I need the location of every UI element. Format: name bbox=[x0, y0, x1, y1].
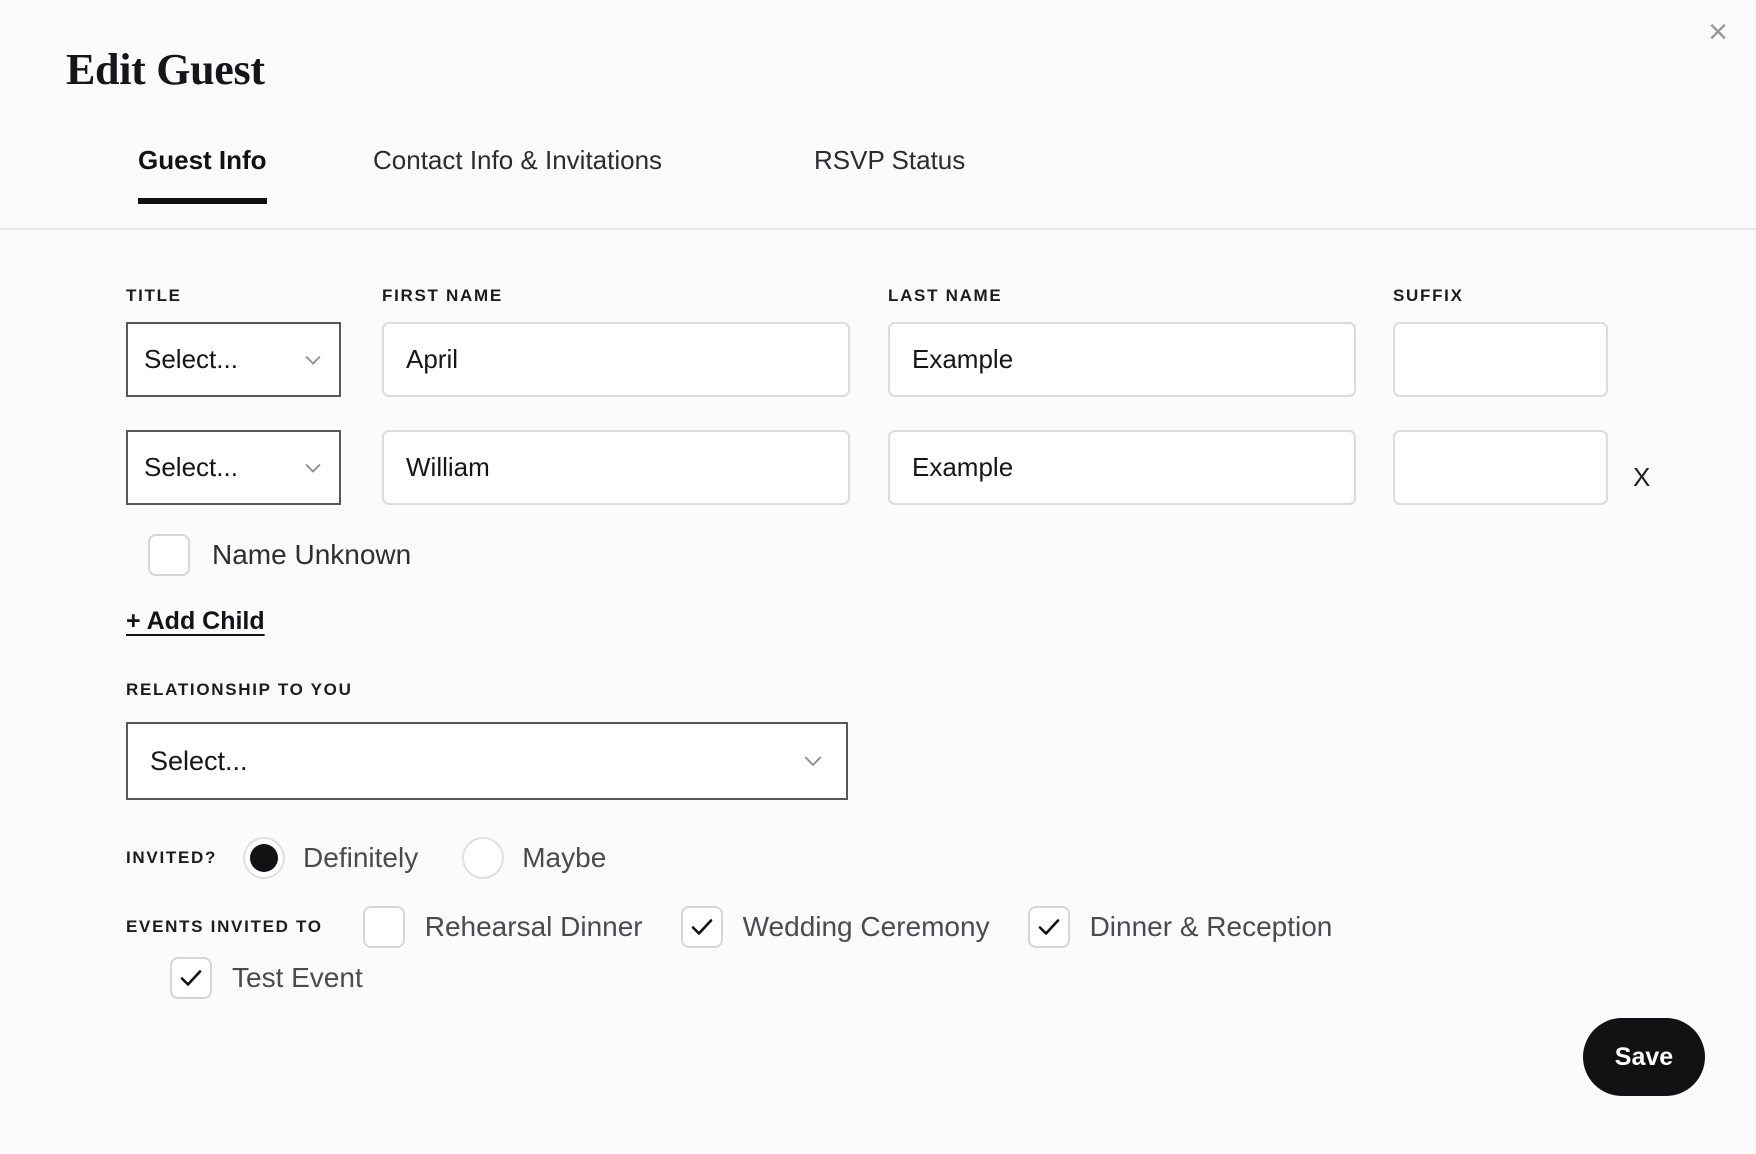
label-events-invited-to: EVENTS INVITED TO bbox=[126, 917, 323, 936]
chevron-down-icon bbox=[305, 355, 321, 365]
checkbox-box[interactable] bbox=[680, 906, 723, 948]
checkbox-wedding-ceremony-label: Wedding Ceremony bbox=[742, 911, 990, 942]
remove-guest-button-2[interactable]: X bbox=[1625, 458, 1658, 497]
checkbox-box[interactable] bbox=[170, 957, 212, 999]
events-invited-group-row-2: Test Event bbox=[170, 957, 363, 999]
tab-bar: Guest Info Contact Info & Invitations RS… bbox=[0, 145, 1756, 230]
relationship-select-value: Select... bbox=[150, 745, 248, 776]
radio-circle-maybe[interactable] bbox=[462, 837, 505, 879]
radio-definitely[interactable]: Definitely bbox=[243, 837, 418, 879]
first-name-input-2[interactable] bbox=[382, 430, 850, 505]
relationship-select[interactable]: Select... bbox=[126, 722, 848, 800]
title-select-2-value: Select... bbox=[144, 452, 238, 482]
label-relationship-to-you: RELATIONSHIP TO YOU bbox=[126, 680, 353, 699]
checkbox-dinner-reception[interactable]: Dinner & Reception bbox=[1027, 906, 1333, 948]
last-name-input-1[interactable] bbox=[888, 322, 1356, 397]
name-unknown-label: Name Unknown bbox=[212, 539, 412, 570]
check-icon bbox=[180, 970, 202, 986]
save-button[interactable]: Save bbox=[1583, 1018, 1705, 1096]
checkbox-dinner-reception-label: Dinner & Reception bbox=[1089, 911, 1333, 942]
tab-contact-info-invitations[interactable]: Contact Info & Invitations bbox=[373, 145, 662, 198]
checkbox-rehearsal-dinner[interactable]: Rehearsal Dinner bbox=[362, 906, 643, 948]
chevron-down-icon bbox=[305, 463, 321, 473]
tab-guest-info[interactable]: Guest Info bbox=[138, 145, 267, 204]
suffix-input-2[interactable] bbox=[1393, 430, 1608, 505]
edit-guest-modal: × Edit Guest Guest Info Contact Info & I… bbox=[0, 0, 1756, 1154]
name-unknown-checkbox[interactable]: Name Unknown bbox=[148, 534, 411, 576]
checkbox-test-event[interactable]: Test Event bbox=[170, 957, 363, 999]
chevron-down-icon bbox=[804, 756, 822, 767]
checkbox-box[interactable] bbox=[1027, 906, 1070, 948]
radio-maybe-label: Maybe bbox=[522, 842, 607, 873]
radio-circle-definitely[interactable] bbox=[243, 837, 286, 879]
tab-rsvp-status[interactable]: RSVP Status bbox=[814, 145, 965, 198]
check-icon bbox=[691, 919, 712, 935]
label-invited: INVITED? bbox=[126, 848, 218, 867]
last-name-input-2[interactable] bbox=[888, 430, 1356, 505]
add-child-link[interactable]: + Add Child bbox=[126, 607, 265, 636]
checkbox-box[interactable] bbox=[362, 906, 405, 948]
invited-radio-group: INVITED? Definitely Maybe bbox=[126, 837, 606, 879]
label-last-name: LAST NAME bbox=[888, 286, 1003, 305]
radio-definitely-label: Definitely bbox=[303, 842, 419, 873]
label-suffix: SUFFIX bbox=[1393, 286, 1464, 305]
suffix-input-1[interactable] bbox=[1393, 322, 1608, 397]
label-title: TITLE bbox=[126, 286, 182, 305]
events-invited-group: EVENTS INVITED TO Rehearsal Dinner Weddi… bbox=[126, 906, 1332, 948]
check-icon bbox=[1038, 919, 1059, 935]
checkbox-rehearsal-dinner-label: Rehearsal Dinner bbox=[424, 911, 643, 942]
title-select-1[interactable]: Select... bbox=[126, 322, 341, 397]
checkbox-box[interactable] bbox=[148, 534, 190, 576]
label-first-name: FIRST NAME bbox=[382, 286, 503, 305]
title-select-1-value: Select... bbox=[144, 344, 238, 374]
radio-maybe[interactable]: Maybe bbox=[462, 837, 606, 879]
title-select-2[interactable]: Select... bbox=[126, 430, 341, 505]
checkbox-test-event-label: Test Event bbox=[232, 962, 363, 993]
first-name-input-1[interactable] bbox=[382, 322, 850, 397]
page-title: Edit Guest bbox=[66, 45, 265, 94]
close-icon[interactable]: × bbox=[1694, 8, 1742, 56]
checkbox-wedding-ceremony[interactable]: Wedding Ceremony bbox=[680, 906, 990, 948]
